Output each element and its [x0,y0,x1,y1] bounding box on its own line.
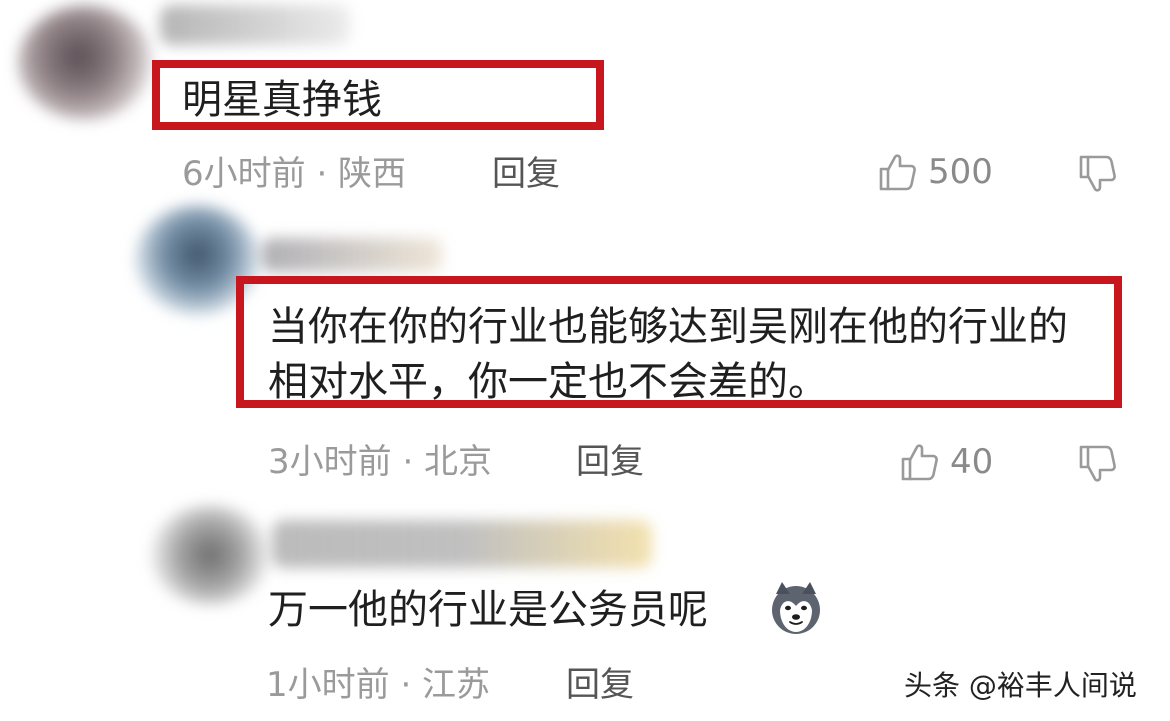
watermark: 头条 @裕丰人间说 [904,669,1137,702]
reply-button[interactable]: 回复 [566,665,634,705]
avatar[interactable] [18,5,153,120]
reply-button[interactable]: 回复 [492,154,560,194]
dislike-button[interactable] [1076,152,1120,200]
like-count: 40 [950,442,994,482]
comment-meta: 3小时前 · 北京 [268,442,493,482]
username[interactable] [262,238,442,272]
like-count: 500 [928,152,993,192]
comment-meta: 6小时前 · 陕西 [182,154,407,194]
husky-dog-emoji [772,582,820,634]
red-highlight-box [152,60,604,130]
dislike-button[interactable] [1076,442,1120,490]
comment-text: 万一他的行业是公务员呢 [268,587,708,633]
username[interactable] [160,5,350,45]
reply-button[interactable]: 回复 [576,442,644,482]
like-button[interactable]: 500 [876,150,993,194]
red-highlight-box [236,276,1122,408]
thumbs-down-icon [1079,155,1116,192]
like-button[interactable]: 40 [898,440,993,484]
thumbs-up-icon [901,444,938,481]
thumbs-up-icon [879,154,916,191]
username[interactable] [272,520,652,568]
thumbs-down-icon [1079,445,1116,482]
avatar[interactable] [150,505,270,605]
comment-meta: 1小时前 · 江苏 [266,665,491,705]
